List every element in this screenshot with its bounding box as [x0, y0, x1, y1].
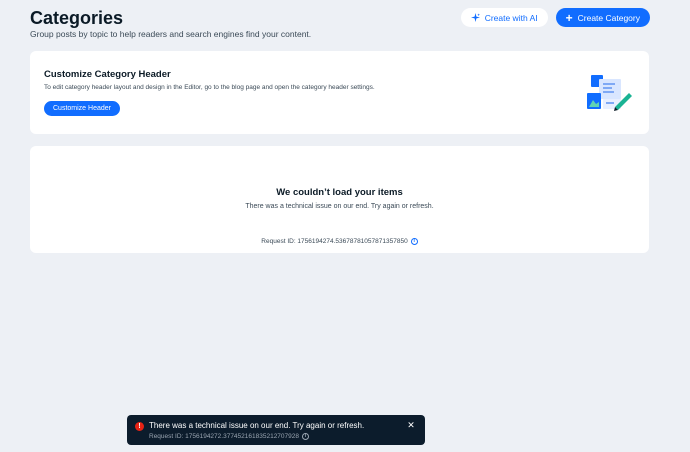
- customize-card-title: Customize Category Header: [44, 69, 171, 80]
- page-header: Categories Group posts by topic to help …: [30, 8, 660, 42]
- customize-header-button[interactable]: Customize Header: [44, 101, 120, 116]
- toast-request-id: Request ID: 1756194272.3774521618352127​…: [149, 433, 299, 440]
- category-header-illustration: [587, 75, 632, 111]
- page-title: Categories: [30, 8, 124, 28]
- create-category-label: Create Category: [577, 12, 640, 23]
- customize-header-card: Customize Category Header To edit catego…: [30, 51, 649, 134]
- customize-card-description: To edit category header layout and desig…: [44, 84, 375, 91]
- toast-message: There was a technical issue on our end. …: [149, 421, 365, 430]
- items-error-card: We couldn’t load your items There was a …: [30, 146, 649, 253]
- header-actions: Create with AI + Create Category: [460, 8, 650, 27]
- sparkle-icon: [470, 13, 480, 22]
- create-with-ai-button[interactable]: Create with AI: [460, 8, 548, 27]
- error-toast: ! There was a technical issue on our end…: [127, 415, 425, 445]
- create-with-ai-label: Create with AI: [484, 12, 538, 23]
- request-id-text: Request ID: 1756194274.5367878105787​135…: [261, 238, 408, 245]
- error-title: We couldn’t load your items: [276, 187, 403, 198]
- request-id-row: Request ID: 1756194274.5367878105787​135…: [30, 238, 649, 245]
- plus-icon: +: [565, 10, 573, 25]
- toast-request-id-row: Request ID: 1756194272.3774521618352127​…: [149, 433, 309, 440]
- info-icon[interactable]: i: [410, 238, 418, 245]
- info-icon[interactable]: i: [302, 433, 309, 440]
- page-subtitle: Group posts by topic to help readers and…: [30, 29, 312, 39]
- error-icon: !: [135, 422, 144, 431]
- create-category-button[interactable]: + Create Category: [555, 8, 650, 27]
- error-description: There was a technical issue on our end. …: [245, 203, 434, 210]
- close-icon[interactable]: ✕: [405, 420, 417, 432]
